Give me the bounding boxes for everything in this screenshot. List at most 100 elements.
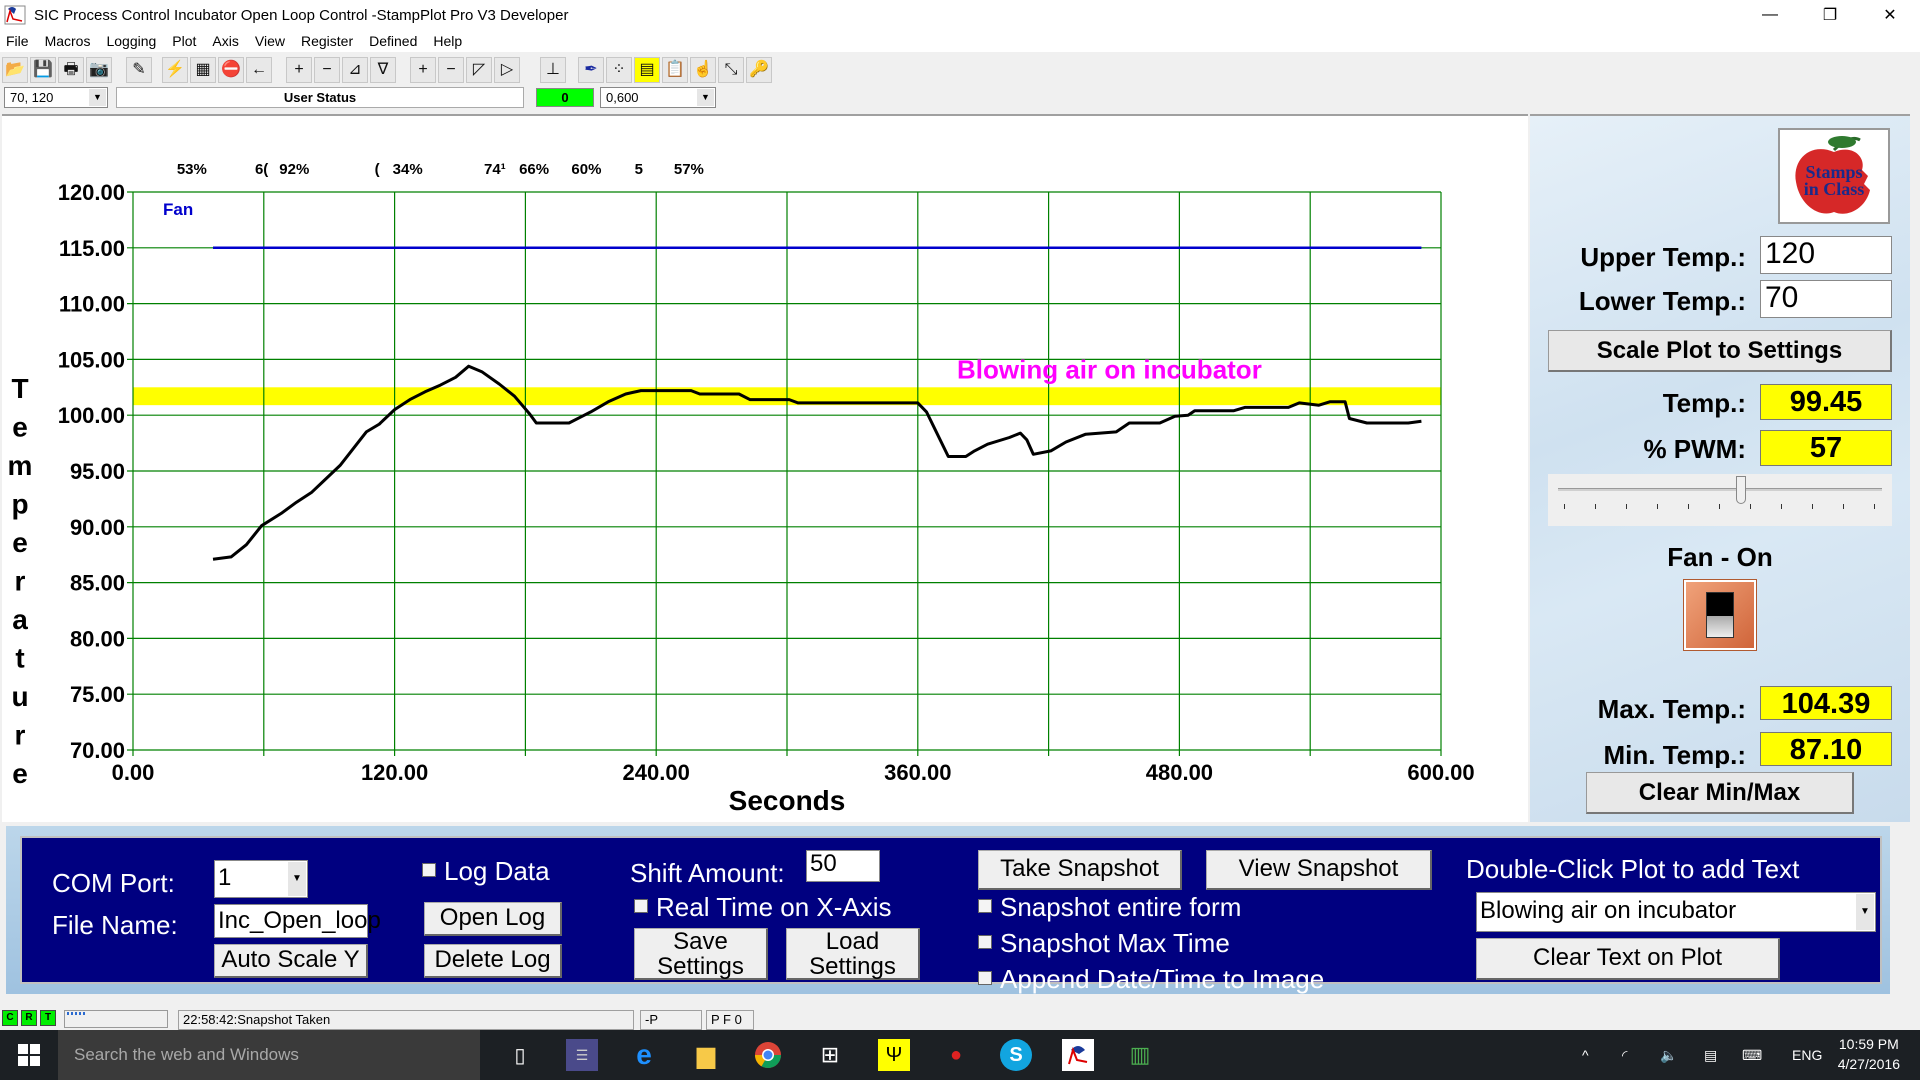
clipboard-icon[interactable]: 📋 (662, 57, 688, 83)
keyboard-icon[interactable]: ⌨ (1742, 1030, 1762, 1080)
edge-browser-icon[interactable]: e (628, 1039, 660, 1071)
y-shift-down-icon[interactable]: ∇ (370, 57, 396, 83)
clear-min-max-button[interactable]: Clear Min/Max (1586, 772, 1854, 814)
save-icon[interactable]: 💾 (30, 57, 56, 83)
log-data-checkbox[interactable]: Log Data (422, 856, 550, 887)
chevron-down-icon[interactable]: ▼ (697, 89, 714, 106)
tray-chevron-icon[interactable]: ^ (1582, 1030, 1589, 1080)
key-icon[interactable]: 🔑 (746, 57, 772, 83)
plot-axis-icon[interactable]: ⊥ (540, 57, 566, 83)
checkbox-icon[interactable] (634, 899, 648, 913)
taskbar-clock[interactable]: 10:59 PM 4/27/2016 (1838, 1034, 1900, 1074)
note-icon[interactable]: ▤ (634, 57, 660, 83)
menu-register[interactable]: Register (301, 33, 353, 49)
real-time-label: Real Time on X-Axis (656, 892, 892, 922)
clear-text-button[interactable]: Clear Text on Plot (1476, 938, 1780, 980)
save-settings-button[interactable]: Save Settings (634, 928, 768, 980)
temperature-chart[interactable]: 120.00 115.00 110.00 105.00 100.00 95.00 90.00… (2, 116, 1528, 824)
append-date-checkbox[interactable]: Append Date/Time to Image (978, 964, 1324, 995)
lower-temp-input[interactable]: 70 (1760, 280, 1892, 318)
print-icon[interactable]: 🖶 (58, 57, 84, 83)
menu-view[interactable]: View (255, 33, 285, 49)
view-snapshot-button[interactable]: View Snapshot (1206, 850, 1432, 890)
com-port-select[interactable]: 1 ▼ (214, 860, 308, 898)
x-zoom-in-icon[interactable]: + (410, 57, 436, 83)
load-settings-button[interactable]: Load Settings (786, 928, 920, 980)
taskbar-search[interactable]: Search the web and Windows (58, 1030, 480, 1080)
points-icon[interactable]: ⁘ (606, 57, 632, 83)
double-click-hint: Double-Click Plot to add Text (1466, 854, 1800, 884)
chip-icon[interactable]: ▦ (190, 57, 216, 83)
close-button[interactable]: ✕ (1860, 0, 1920, 30)
minimize-button[interactable]: — (1740, 0, 1800, 30)
menu-axis[interactable]: Axis (212, 33, 238, 49)
start-button[interactable] (0, 1030, 58, 1080)
shift-amount-input[interactable]: 50 (806, 850, 880, 882)
slider-tick (1564, 504, 1565, 509)
store-icon[interactable]: ⊞ (814, 1039, 846, 1071)
file-name-input[interactable]: Inc_Open_loop (214, 904, 381, 938)
fan-switch[interactable] (1684, 580, 1756, 650)
eraser-icon[interactable]: ✎ (126, 57, 152, 83)
y-zoom-out-icon[interactable]: − (314, 57, 340, 83)
chevron-down-icon[interactable]: ▼ (89, 89, 106, 106)
delete-log-button[interactable]: Delete Log (424, 944, 562, 978)
skype-icon[interactable]: S (1000, 1039, 1032, 1071)
open-log-button[interactable]: Open Log (424, 902, 562, 936)
y-axis-title-letter: p (11, 489, 28, 520)
menu-plot[interactable]: Plot (172, 33, 196, 49)
chrome-icon[interactable] (752, 1039, 784, 1071)
menu-defined[interactable]: Defined (369, 33, 417, 49)
menu-logging[interactable]: Logging (106, 33, 156, 49)
chevron-down-icon[interactable]: ▼ (288, 862, 306, 896)
app-equalizer-icon[interactable]: ☰ (566, 1039, 598, 1071)
x-zoom-out-icon[interactable]: − (438, 57, 464, 83)
slider-thumb[interactable] (1735, 476, 1746, 504)
app-yellow-icon[interactable]: Ψ (878, 1039, 910, 1071)
checkbox-icon[interactable] (978, 899, 992, 913)
y-shift-up-icon[interactable]: ⊿ (342, 57, 368, 83)
plot-text-select[interactable]: Blowing air on incubator ▼ (1476, 892, 1876, 932)
task-view-icon[interactable]: ▯ (504, 1039, 536, 1071)
network-icon[interactable]: ◜ (1622, 1030, 1627, 1080)
language-indicator[interactable]: ENG (1792, 1030, 1822, 1080)
stop-icon[interactable]: ⛔ (218, 57, 244, 83)
auto-scale-y-button[interactable]: Auto Scale Y (214, 944, 368, 978)
y-zoom-in-icon[interactable]: + (286, 57, 312, 83)
bottom-panel: COM Port: 1 ▼ File Name: Inc_Open_loop A… (6, 826, 1890, 994)
real-time-checkbox[interactable]: Real Time on X-Axis (634, 892, 892, 923)
plot-area[interactable]: 120.00 115.00 110.00 105.00 100.00 95.00 90.00… (2, 114, 1528, 822)
checkbox-icon[interactable] (978, 935, 992, 949)
camera-icon[interactable]: 📷 (86, 57, 112, 83)
pen-icon[interactable]: ✒ (578, 57, 604, 83)
checkbox-icon[interactable] (978, 971, 992, 985)
resize-icon[interactable]: ⤡ (718, 57, 744, 83)
pointer-icon[interactable]: ☝ (690, 57, 716, 83)
menu-help[interactable]: Help (433, 33, 462, 49)
app-circuit-icon[interactable]: ▥ (1124, 1039, 1156, 1071)
snapshot-entire-form-checkbox[interactable]: Snapshot entire form (978, 892, 1241, 923)
notifications-icon[interactable]: ▤ (1704, 1030, 1717, 1080)
x-shift-left-icon[interactable]: ◸ (466, 57, 492, 83)
take-snapshot-button[interactable]: Take Snapshot (978, 850, 1182, 890)
x-range-combo[interactable]: 0,600 ▼ (600, 87, 716, 108)
scale-plot-button[interactable]: Scale Plot to Settings (1548, 330, 1892, 372)
pwm-slider[interactable] (1548, 474, 1892, 526)
y-range-combo[interactable]: 70, 120 ▼ (4, 87, 108, 108)
upper-temp-input[interactable]: 120 (1760, 236, 1892, 274)
app-red-icon[interactable]: ● (940, 1039, 972, 1071)
checkbox-icon[interactable] (422, 863, 436, 877)
plot-annotation[interactable]: Blowing air on incubator (957, 354, 1262, 384)
connect-icon[interactable]: ⚡ (162, 57, 188, 83)
volume-icon[interactable]: 🔈 (1660, 1030, 1677, 1080)
x-shift-right-icon[interactable]: ▷ (494, 57, 520, 83)
menu-file[interactable]: File (6, 33, 29, 49)
snapshot-max-time-checkbox[interactable]: Snapshot Max Time (978, 928, 1230, 959)
restore-button[interactable]: ❐ (1800, 0, 1860, 30)
open-folder-icon[interactable]: 📂 (2, 57, 28, 83)
stampplot-taskbar-icon[interactable] (1062, 1039, 1094, 1071)
arrow-left-icon[interactable]: ← (246, 57, 272, 83)
chevron-down-icon[interactable]: ▼ (1856, 894, 1874, 930)
menu-macros[interactable]: Macros (45, 33, 91, 49)
file-explorer-icon[interactable]: ▆ (690, 1039, 722, 1071)
